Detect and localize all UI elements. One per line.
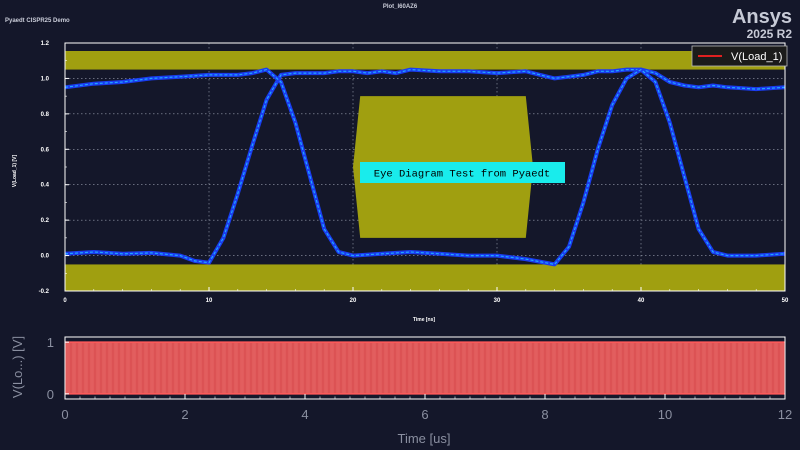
eye-y-tick-label: 0.6 [41, 147, 50, 153]
transient-traces [64, 341, 786, 395]
transient-series [64, 342, 786, 394]
eye-y-axis-label: V(Load_1) [V] [12, 155, 18, 188]
transient-x-tick-label: 4 [301, 407, 308, 422]
transient-y-axis-label: V(Lo...) [V] [10, 336, 25, 398]
transient-y-tick-label: 0 [47, 387, 54, 402]
transient-chart: 0 2 4 6 8 10 12 0 1 Time [us] V(Lo...) [V] [10, 335, 792, 446]
eye-y-tick-label: -0.2 [39, 289, 50, 295]
eye-y-tick-label: 0.2 [41, 218, 50, 224]
eye-diagram-chart: 0 10 20 30 40 50 -0.2 0.0 0.2 0.4 0.6 0.8 1.0 1.2 Tim… [12, 41, 789, 323]
eye-x-tick-label: 40 [638, 298, 645, 304]
eye-x-axis-label: Time [ns] [413, 317, 435, 323]
transient-x-tick-label: 6 [421, 407, 428, 422]
annotation-text: Eye Diagram Test from Pyaedt [374, 169, 550, 181]
transient-x-tick-label: 12 [778, 407, 792, 422]
eye-x-tick-label: 30 [494, 298, 501, 304]
eye-x-tick-label: 10 [206, 298, 213, 304]
eye-x-tick-label: 0 [63, 298, 67, 304]
transient-x-tick-label: 10 [658, 407, 672, 422]
eye-x-tick-label: 50 [782, 298, 789, 304]
transient-x-axis-label: Time [us] [398, 431, 451, 446]
mask-lower-band [65, 264, 785, 291]
legend-entry: V(Load_1) [731, 51, 782, 63]
eye-y-tick-label: 1.0 [41, 76, 50, 82]
eye-x-tick-label: 20 [350, 298, 357, 304]
transient-y-tick-label: 1 [47, 335, 54, 350]
eye-y-tick-label: 0.0 [41, 254, 50, 260]
eye-y-tick-label: 0.8 [41, 112, 50, 118]
eye-annotation: Eye Diagram Test from Pyaedt [360, 162, 565, 183]
mask-upper-band [65, 51, 785, 70]
transient-x-tick-label: 2 [181, 407, 188, 422]
eye-y-tick-label: 1.2 [41, 41, 50, 47]
transient-x-tick-label: 8 [541, 407, 548, 422]
transient-x-tick-label: 0 [61, 407, 68, 422]
eye-y-tick-label: 0.4 [41, 183, 50, 189]
eye-legend[interactable]: V(Load_1) [691, 45, 788, 67]
